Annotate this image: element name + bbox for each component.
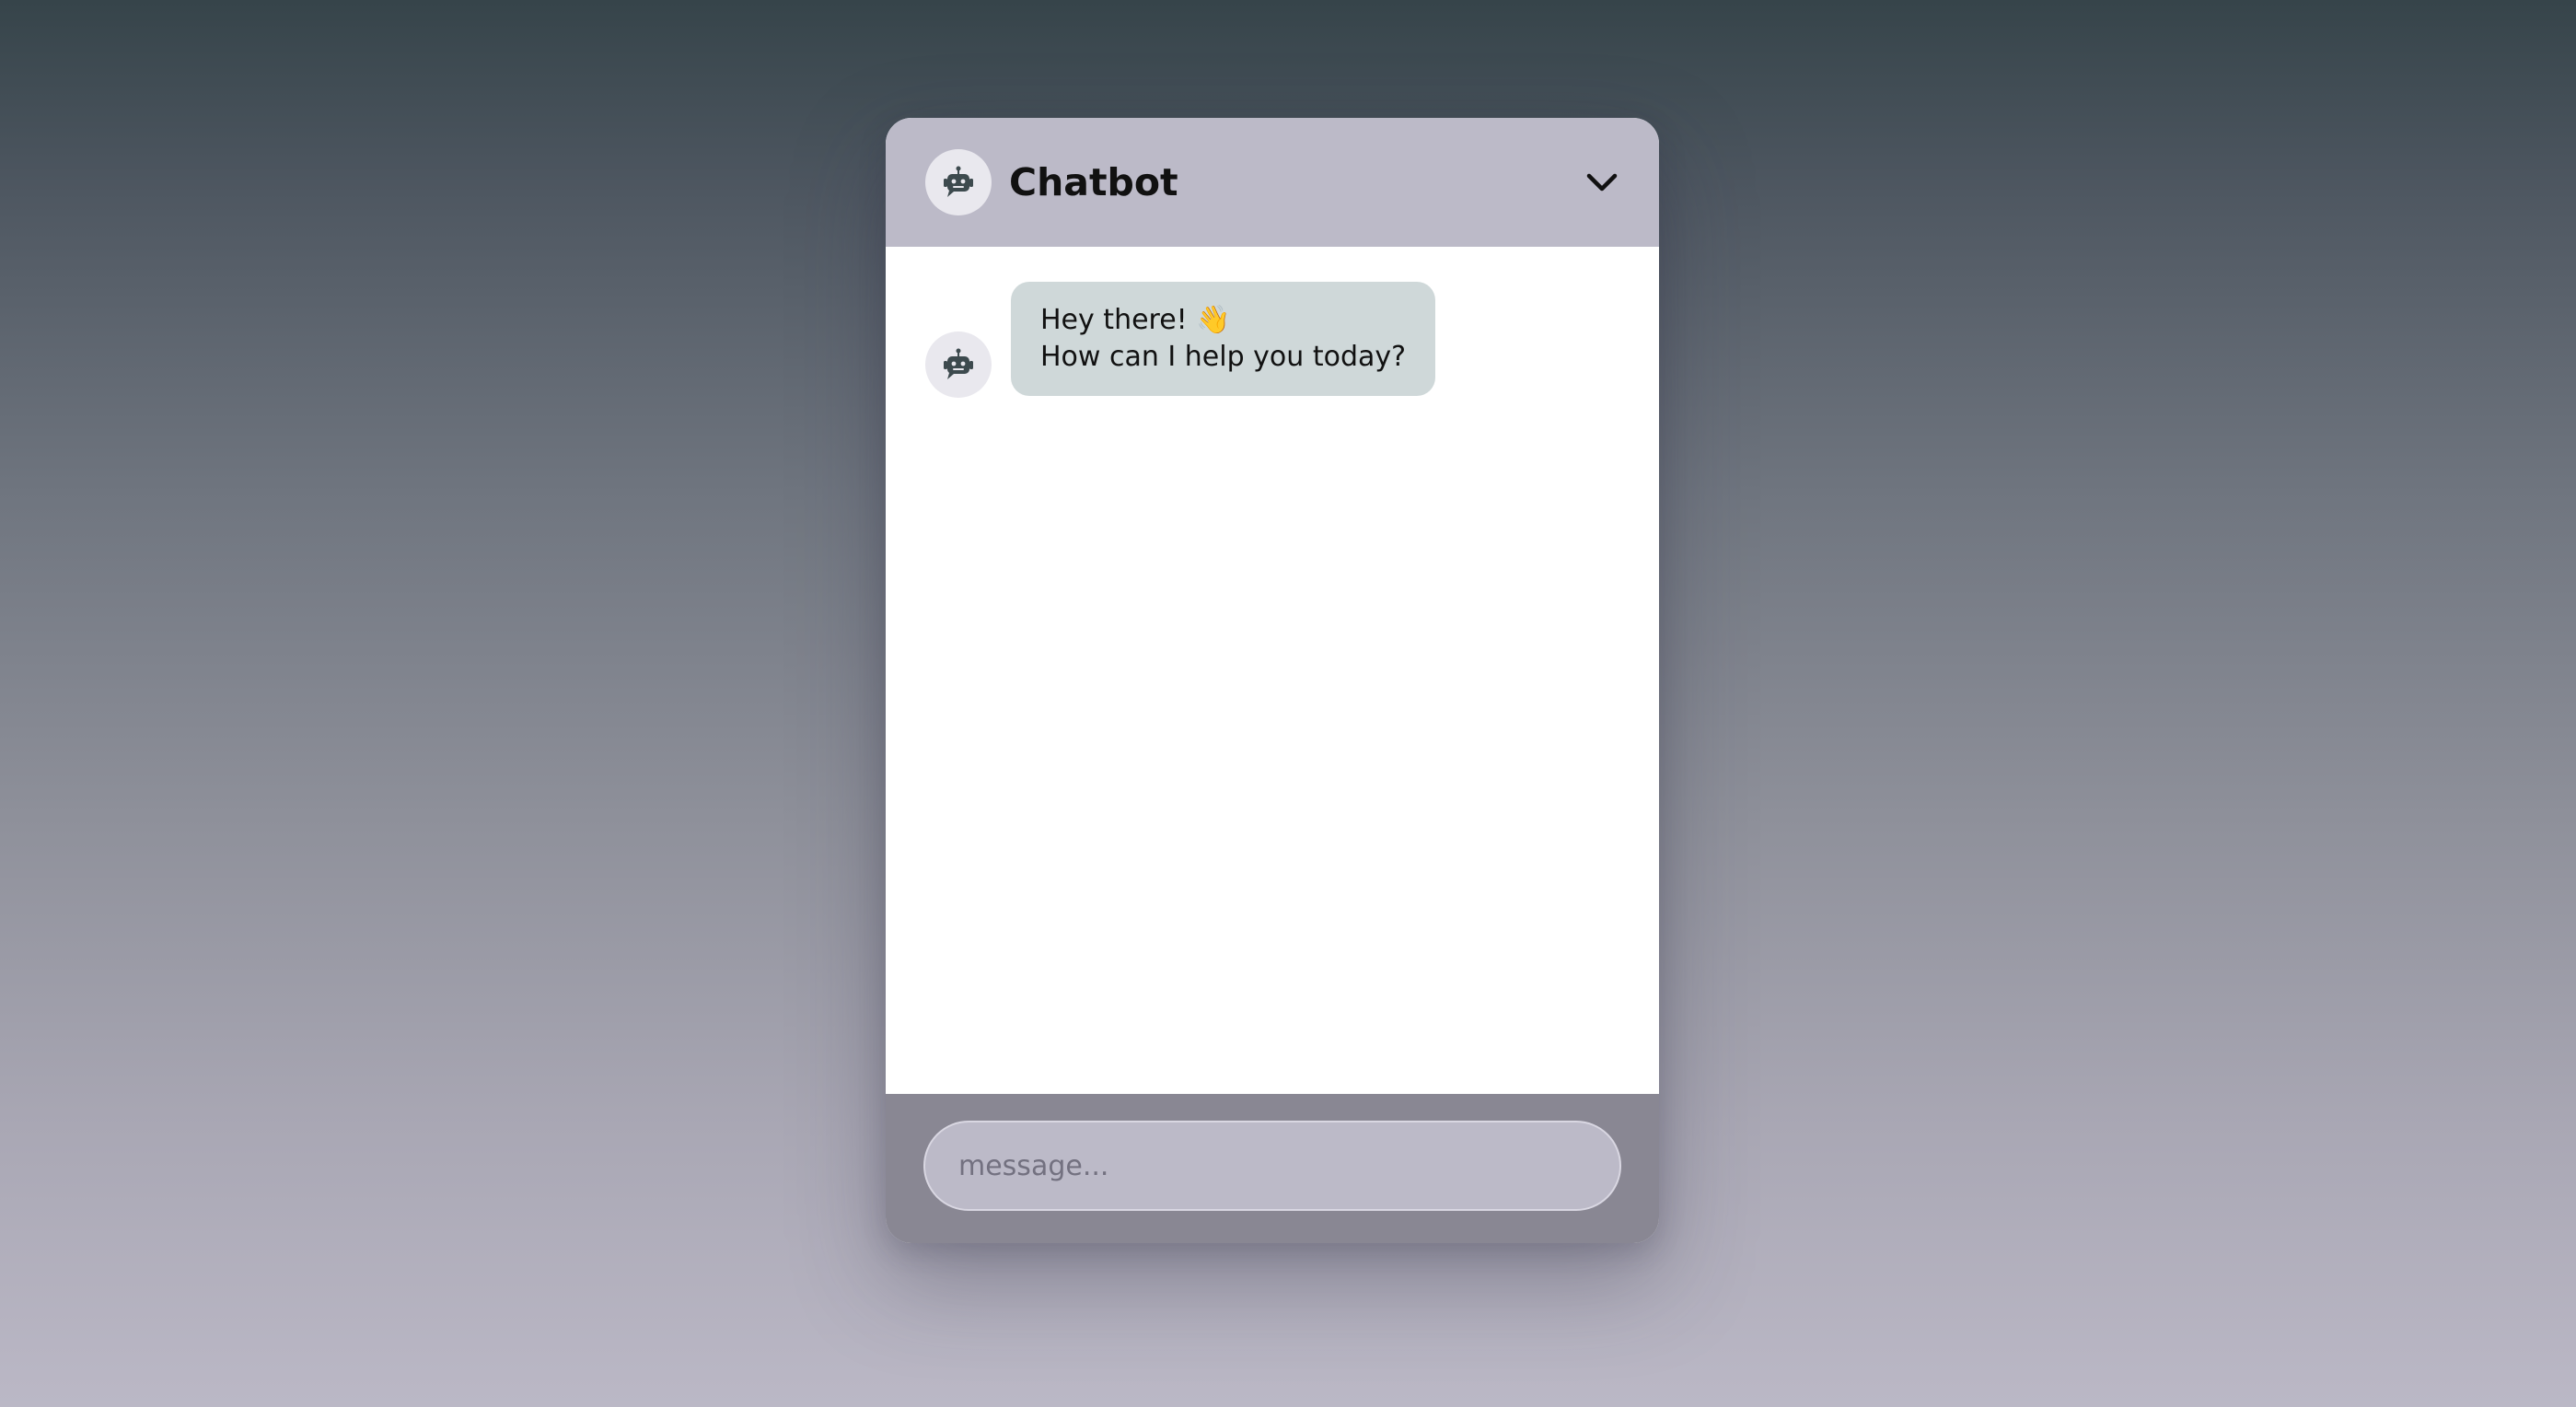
- chat-header: Chatbot: [886, 118, 1659, 247]
- bot-message-bubble: Hey there! 👋 How can I help you today?: [1011, 282, 1436, 396]
- chat-footer: [886, 1094, 1659, 1243]
- message-input[interactable]: [923, 1121, 1621, 1211]
- chevron-down-icon: [1586, 173, 1618, 192]
- header-avatar: [925, 149, 992, 215]
- message-line: How can I help you today?: [1040, 341, 1407, 373]
- bot-message-avatar: [925, 331, 992, 398]
- message-line: Hey there! 👋: [1040, 304, 1231, 336]
- robot-icon: [944, 166, 973, 197]
- chat-window: Chatbot Hey there! 👋 How can I help you …: [886, 118, 1659, 1243]
- collapse-chat-button[interactable]: [1572, 153, 1631, 212]
- chat-title: Chatbot: [1009, 160, 1178, 204]
- robot-icon: [944, 348, 973, 379]
